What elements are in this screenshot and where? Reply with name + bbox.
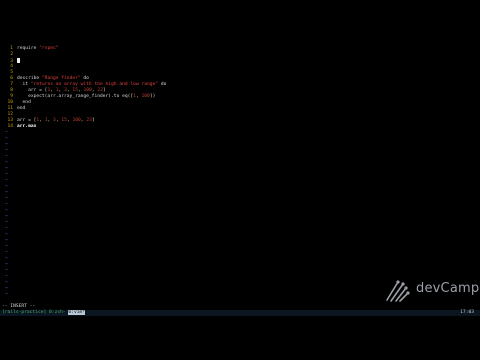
- code-token: ]): [149, 94, 156, 99]
- code-token: arr.max: [17, 124, 37, 129]
- code-token: 100: [72, 118, 81, 123]
- code-token: do: [80, 76, 89, 81]
- code-token: "rspec": [39, 46, 59, 51]
- session-name: [rails-practice]: [2, 310, 50, 315]
- code-token: ]: [102, 88, 106, 93]
- devcamp-logo-text: devCamp: [416, 281, 480, 296]
- code-token: 100: [141, 94, 150, 99]
- code-token: "returns an array with the high and low …: [30, 82, 159, 87]
- code-token: end: [17, 100, 31, 105]
- window-vim-active[interactable]: 0:vim*: [68, 310, 86, 315]
- code-token: ]: [91, 118, 95, 123]
- code-token: 100: [83, 88, 92, 93]
- text-cursor: [17, 58, 20, 63]
- code-token: it: [17, 82, 31, 87]
- tmux-status-bar: [rails-practice] 0:zsh- 0:vim* 17:03: [0, 310, 480, 316]
- window-zsh[interactable]: 0:zsh-: [49, 310, 68, 315]
- code-token: arr = [: [17, 88, 48, 93]
- status-clock: 17:03: [460, 310, 474, 315]
- empty-buffer-line: ~: [2, 292, 16, 298]
- code-token: arr = [: [17, 118, 37, 123]
- code-token: end: [17, 106, 26, 111]
- code-token: do: [158, 82, 167, 87]
- code-token: describe: [17, 76, 42, 81]
- status-left: [rails-practice] 0:zsh- 0:vim*: [2, 310, 86, 316]
- tilde-marker: ~: [5, 292, 8, 297]
- code-token: expect(arr.array_range_finder).to eq([: [17, 94, 134, 99]
- code-token: require: [17, 46, 40, 51]
- code-token: "Range finder": [41, 76, 81, 81]
